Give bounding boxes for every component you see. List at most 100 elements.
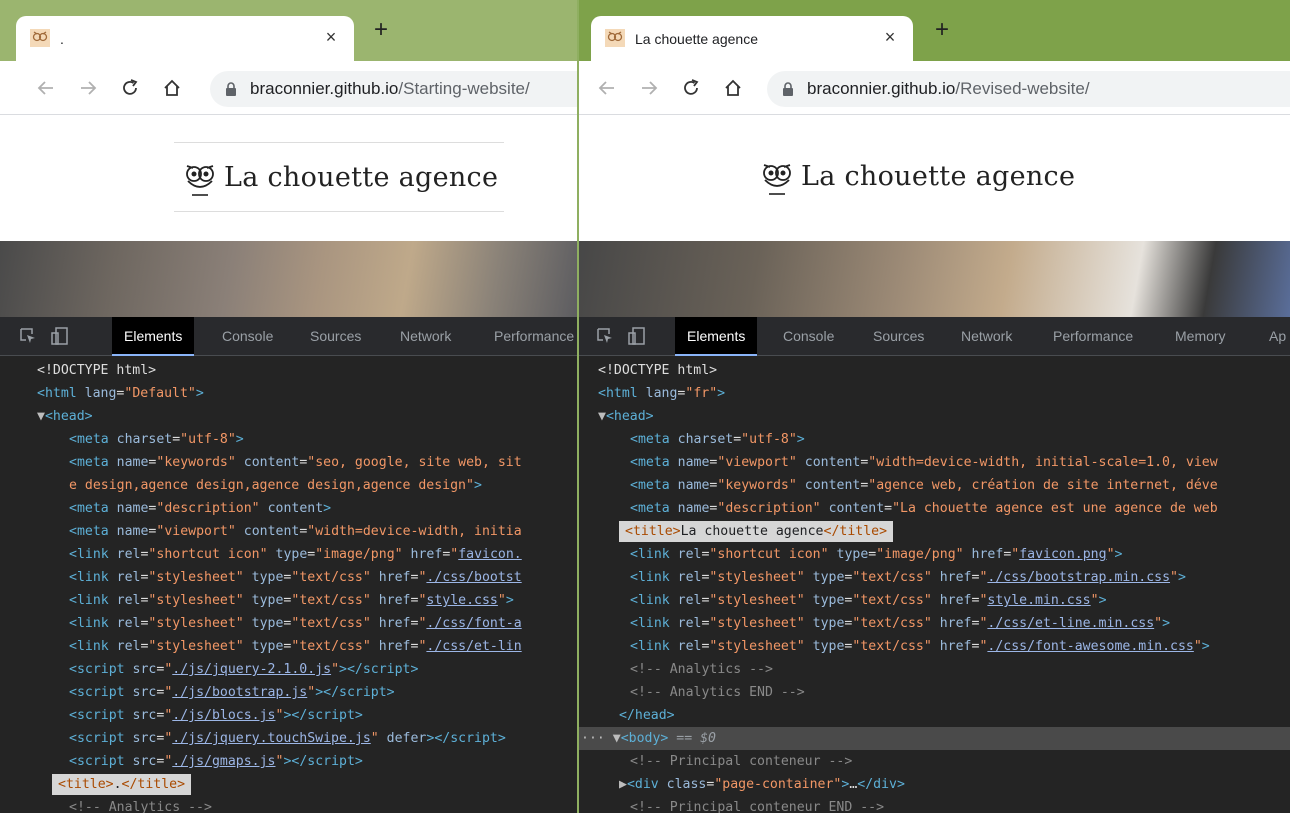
code-line[interactable]: <link rel="shortcut icon" type="image/pn… (0, 543, 578, 566)
code-line[interactable]: <!-- Principal conteneur END --> (579, 796, 1290, 813)
code-line[interactable]: <script src="./js/blocs.js"></script> (0, 704, 578, 727)
devtools-panel: Elements Console Sources Network Perform… (0, 317, 578, 813)
code-line[interactable]: <link rel="stylesheet" type="text/css" h… (579, 566, 1290, 589)
owl-favicon-icon (30, 29, 50, 47)
address-bar[interactable]: braconnier.github.io/Starting-website/ (210, 71, 578, 107)
reload-icon[interactable] (116, 74, 144, 102)
right-browser-window: La chouette agence × + braconnier.github… (579, 0, 1290, 813)
code-line[interactable]: ▼<head> (579, 405, 1290, 428)
code-line[interactable]: <!DOCTYPE html> (579, 359, 1290, 382)
close-tab-icon[interactable]: × (320, 26, 342, 48)
home-icon[interactable] (158, 74, 186, 102)
hero-image (579, 241, 1290, 317)
tab-sources[interactable]: Sources (298, 317, 373, 356)
code-line[interactable]: <script src="./js/jquery-2.1.0.js"></scr… (0, 658, 578, 681)
owl-logo-icon (763, 164, 791, 195)
tab-network[interactable]: Network (949, 317, 1024, 356)
brand-name: La chouette agence (801, 160, 1076, 192)
tab-elements[interactable]: Elements (675, 317, 758, 356)
code-line[interactable]: <!-- Analytics END --> (579, 681, 1290, 704)
code-line[interactable]: <!-- Analytics --> (579, 658, 1290, 681)
code-line[interactable]: <link rel="stylesheet" type="text/css" h… (579, 589, 1290, 612)
code-line[interactable]: <html lang="fr"> (579, 382, 1290, 405)
code-line-body-selected[interactable]: ··· ▼<body> == $0 (579, 727, 1290, 750)
tab-memory[interactable]: Memory (1163, 317, 1238, 356)
site-logo[interactable]: La chouette agence (174, 142, 505, 212)
address-bar[interactable]: braconnier.github.io/Revised-website/ (767, 71, 1290, 107)
code-line[interactable]: <meta name="description" content="La cho… (579, 497, 1290, 520)
tab-strip: La chouette agence × + (579, 0, 1290, 61)
tab-console[interactable]: Console (210, 317, 285, 356)
code-line[interactable]: <link rel="stylesheet" type="text/css" h… (0, 612, 578, 635)
lock-icon (783, 82, 793, 96)
left-browser-window: . × + braconnier.github.io/Starting-webs… (0, 0, 578, 813)
device-toolbar-icon[interactable] (50, 326, 70, 346)
code-line[interactable]: <link rel="stylesheet" type="text/css" h… (0, 566, 578, 589)
code-line[interactable]: <html lang="Default"> (0, 382, 578, 405)
device-toolbar-icon[interactable] (627, 326, 647, 346)
tab-strip: . × + (0, 0, 578, 61)
page-content: La chouette agence (579, 116, 1290, 317)
code-line[interactable]: <!-- Analytics --> (0, 796, 578, 813)
tab-network[interactable]: Network (388, 317, 463, 356)
reload-icon[interactable] (677, 74, 705, 102)
code-line[interactable]: <link rel="stylesheet" type="text/css" h… (0, 635, 578, 658)
devtools-panel: Elements Console Sources Network Perform… (579, 317, 1290, 813)
code-line[interactable]: <script src="./js/jquery.touchSwipe.js" … (0, 727, 578, 750)
inspect-element-icon[interactable] (18, 326, 38, 346)
home-icon[interactable] (719, 74, 747, 102)
brand-name: La chouette agence (224, 161, 499, 193)
inspect-element-icon[interactable] (595, 326, 615, 346)
code-line[interactable]: <meta name="viewport" content="width=dev… (0, 520, 578, 543)
tab-elements[interactable]: Elements (112, 317, 195, 356)
new-tab-icon[interactable]: + (929, 18, 955, 44)
code-line[interactable]: <!-- Principal conteneur --> (579, 750, 1290, 773)
hero-image (0, 241, 578, 317)
code-line[interactable]: <meta name="description" content> (0, 497, 578, 520)
code-line[interactable]: <link rel="stylesheet" type="text/css" h… (0, 589, 578, 612)
code-line[interactable]: <meta charset="utf-8"> (0, 428, 578, 451)
tab-performance[interactable]: Performance (482, 317, 578, 356)
forward-arrow-icon[interactable] (74, 74, 102, 102)
tab-title: La chouette agence (635, 31, 758, 47)
devtools-tabbar: Elements Console Sources Network Perform… (0, 317, 578, 356)
code-line[interactable]: <link rel="shortcut icon" type="image/pn… (579, 543, 1290, 566)
tab-title: . (60, 31, 64, 47)
browser-tab[interactable]: La chouette agence × (591, 16, 913, 61)
code-line[interactable]: <meta name="viewport" content="width=dev… (579, 451, 1290, 474)
url-text: braconnier.github.io/Revised-website/ (807, 79, 1090, 98)
code-line[interactable]: <script src="./js/gmaps.js"></script> (0, 750, 578, 773)
browser-toolbar: braconnier.github.io/Starting-website/ (0, 61, 578, 115)
code-line[interactable]: <link rel="stylesheet" type="text/css" h… (579, 612, 1290, 635)
code-line[interactable]: <link rel="stylesheet" type="text/css" h… (579, 635, 1290, 658)
code-line[interactable]: <script src="./js/bootstrap.js"></script… (0, 681, 578, 704)
code-line[interactable]: <meta charset="utf-8"> (579, 428, 1290, 451)
code-line[interactable]: ▼<head> (0, 405, 578, 428)
code-line[interactable]: <!DOCTYPE html> (0, 359, 578, 382)
tab-performance[interactable]: Performance (1041, 317, 1145, 356)
code-line[interactable]: <meta name="keywords" content="seo, goog… (0, 451, 578, 474)
close-tab-icon[interactable]: × (879, 26, 901, 48)
new-tab-icon[interactable]: + (368, 18, 394, 44)
owl-favicon-icon (605, 29, 625, 47)
code-line[interactable]: ▶<div class="page-container">…</div> (579, 773, 1290, 796)
tab-console[interactable]: Console (771, 317, 846, 356)
page-content: La chouette agence (0, 116, 578, 317)
site-logo[interactable]: La chouette agence (757, 146, 1075, 206)
code-line[interactable]: </head> (579, 704, 1290, 727)
browser-tab[interactable]: . × (16, 16, 354, 61)
code-line[interactable]: e design,agence design,agence design,age… (0, 474, 578, 497)
code-line-title-highlighted[interactable]: <title>.</title> (0, 773, 578, 796)
owl-logo-icon (186, 165, 214, 196)
back-arrow-icon[interactable] (593, 74, 621, 102)
lock-icon (226, 82, 236, 96)
forward-arrow-icon[interactable] (635, 74, 663, 102)
browser-toolbar: braconnier.github.io/Revised-website/ (579, 61, 1290, 115)
back-arrow-icon[interactable] (32, 74, 60, 102)
tab-application[interactable]: Ap (1257, 317, 1290, 356)
code-line[interactable]: <meta name="keywords" content="agence we… (579, 474, 1290, 497)
tab-sources[interactable]: Sources (861, 317, 936, 356)
window-divider (577, 0, 579, 813)
url-text: braconnier.github.io/Starting-website/ (250, 79, 530, 98)
code-line-title-highlighted[interactable]: <title>La chouette agence</title> (579, 520, 1290, 543)
